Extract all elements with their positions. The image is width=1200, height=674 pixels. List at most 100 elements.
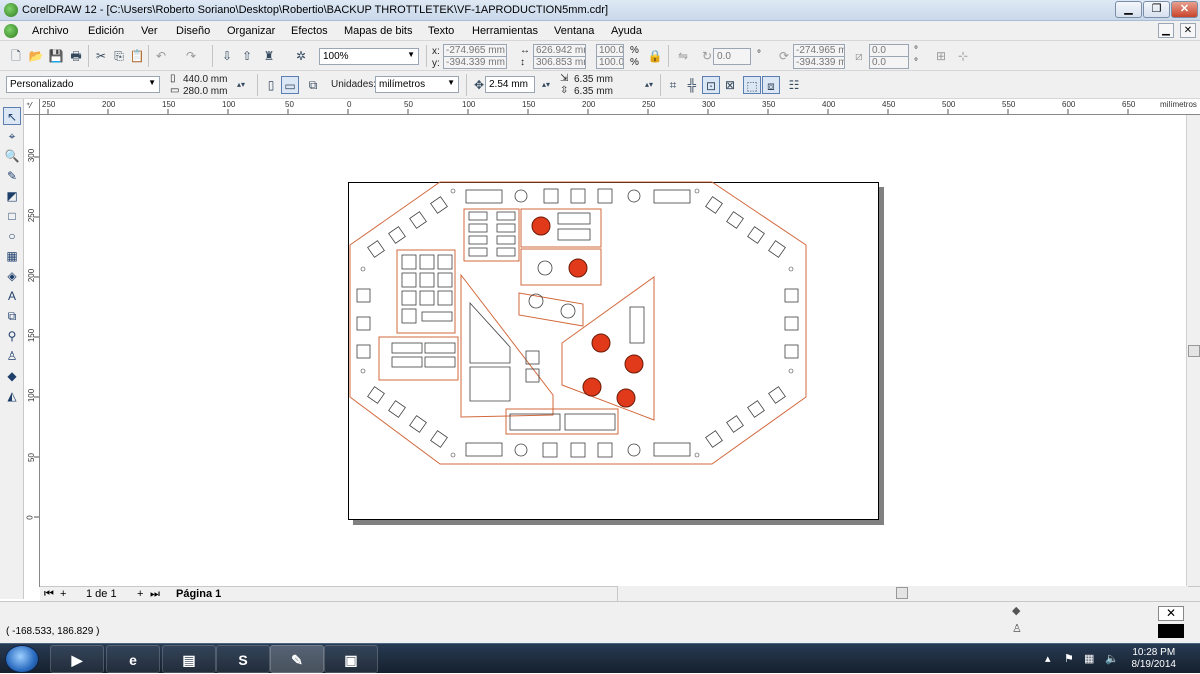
menu-ventana[interactable]: Ventana <box>554 25 594 37</box>
app-launcher-icon[interactable]: ♜ <box>260 47 278 65</box>
skew-y-field[interactable]: 0.0 <box>869 56 909 69</box>
outline-indicator-icon[interactable]: ♙ <box>1012 622 1022 635</box>
fill-indicator-icon[interactable]: ◆ <box>1012 604 1020 617</box>
volume-icon[interactable]: 🔈 <box>1105 652 1119 665</box>
size-spinner-icon[interactable]: ▴▾ <box>232 76 250 94</box>
action-center-icon[interactable]: ⚑ <box>1064 652 1074 665</box>
vertical-scroll-thumb[interactable] <box>1188 345 1200 357</box>
internet-explorer-taskbar-icon[interactable]: e <box>106 645 160 673</box>
close-button[interactable]: ✕ <box>1171 1 1198 18</box>
cut-icon[interactable]: ✂ <box>92 47 110 65</box>
add-page-after-icon[interactable]: + <box>137 588 143 600</box>
menu-mapas-de-bits[interactable]: Mapas de bits <box>344 25 412 37</box>
draw-behind-icon[interactable]: ⧈ <box>762 76 780 94</box>
paper-width-field[interactable]: 440.0 mm <box>183 74 227 85</box>
freehand-tool-icon[interactable]: ✎ <box>3 167 21 185</box>
undo-icon[interactable]: ↶ <box>152 47 170 65</box>
rotation-center-icon[interactable]: ⟳ <box>775 47 793 65</box>
landscape-icon[interactable]: ▭ <box>281 76 299 94</box>
rotation-center-y-field[interactable]: -394.339 m <box>793 56 845 69</box>
basic-shapes-tool-icon[interactable]: ◈ <box>3 267 21 285</box>
treat-as-filled-icon[interactable]: ⬚ <box>743 76 761 94</box>
menu-diseno[interactable]: Diseño <box>176 25 210 37</box>
no-fill-swatch[interactable]: ✕ <box>1158 606 1184 621</box>
doc-minimize-button[interactable]: ▁ <box>1158 23 1174 38</box>
menu-herramientas[interactable]: Herramientas <box>472 25 538 37</box>
menu-ver[interactable]: Ver <box>141 25 158 37</box>
dynamic-guides-icon[interactable]: ⊠ <box>721 76 739 94</box>
eyedropper-tool-icon[interactable]: ⚲ <box>3 327 21 345</box>
throttle-panel-drawing[interactable] <box>40 115 1186 586</box>
zoom-tool-icon[interactable]: 🔍 <box>3 147 21 165</box>
drawing-canvas[interactable] <box>40 115 1186 586</box>
shape-tool-icon[interactable]: ⌖ <box>3 127 21 145</box>
options-icon[interactable]: ☷ <box>785 76 803 94</box>
pick-tool-icon[interactable]: ↖ <box>3 107 21 125</box>
copy-icon[interactable]: ⎘ <box>110 47 128 65</box>
snap-grid-icon[interactable]: ⌗ <box>664 76 682 94</box>
start-button[interactable] <box>5 645 39 673</box>
nudge-distance-field[interactable]: 2.54 mm <box>485 76 535 93</box>
menu-organizar[interactable]: Organizar <box>227 25 275 37</box>
interactive-blend-tool-icon[interactable]: ⧉ <box>3 307 21 325</box>
scale-y-field[interactable]: 100.0 <box>596 56 624 69</box>
polygon-tool-icon[interactable]: ▦ <box>3 247 21 265</box>
duplicate-y-field[interactable]: 6.35 mm <box>574 86 613 97</box>
doc-close-button[interactable]: ✕ <box>1180 23 1196 38</box>
ruler-origin[interactable]: ⁺⁄ <box>24 99 40 115</box>
add-page-icon[interactable]: + <box>60 588 66 600</box>
rectangle-tool-icon[interactable]: □ <box>3 207 21 225</box>
vertical-scrollbar[interactable] <box>1186 115 1200 587</box>
minimize-button[interactable]: ▁ <box>1115 1 1142 18</box>
menu-texto[interactable]: Texto <box>428 25 454 37</box>
paper-height-field[interactable]: 280.0 mm <box>183 86 227 97</box>
horizontal-ruler[interactable]: 250 200 150 100 50 0 50 100 150 200 250 … <box>40 99 1200 115</box>
portrait-icon[interactable]: ▯ <box>262 76 280 94</box>
menu-efectos[interactable]: Efectos <box>291 25 328 37</box>
units-select[interactable]: milímetros ▼ <box>375 76 459 93</box>
tab-page-1[interactable]: Página 1 <box>176 588 221 600</box>
media-player-taskbar-icon[interactable]: ▶ <box>50 645 104 673</box>
snap-guidelines-icon[interactable]: ╬ <box>683 76 701 94</box>
last-page-icon[interactable]: ⏭ <box>150 588 160 601</box>
interactive-fill-tool-icon[interactable]: ◭ <box>3 387 21 405</box>
first-page-icon[interactable]: ⏮ <box>44 588 54 601</box>
horizontal-scrollbar[interactable] <box>617 586 1188 601</box>
nudge-spinner-icon[interactable]: ▴▾ <box>537 76 555 94</box>
document-icon[interactable] <box>4 24 18 38</box>
menu-edicion[interactable]: Edición <box>88 25 124 37</box>
height-field[interactable]: 306.853 mm <box>533 56 586 69</box>
open-icon[interactable]: 📂 <box>27 47 45 65</box>
image-viewer-taskbar-icon[interactable]: ▣ <box>324 645 378 673</box>
paste-icon[interactable]: 📋 <box>128 47 146 65</box>
lock-ratio-icon[interactable]: 🔒 <box>646 47 664 65</box>
mirror-icon[interactable]: ⇋ <box>674 47 692 65</box>
redo-icon[interactable]: ↷ <box>182 47 200 65</box>
paper-preset-select[interactable]: Personalizado ▼ <box>6 76 160 93</box>
outline-tool-icon[interactable]: ♙ <box>3 347 21 365</box>
rotation-field[interactable]: 0.0 <box>713 48 751 65</box>
corel-online-icon[interactable]: ✲ <box>292 47 310 65</box>
coreldraw-app-icon[interactable] <box>4 3 18 17</box>
page-layout-icon[interactable]: ⧉ <box>304 76 322 94</box>
horizontal-scroll-thumb[interactable] <box>896 587 908 599</box>
duplicate-spinner-icon[interactable]: ▴▾ <box>640 76 658 94</box>
snap-objects-icon[interactable]: ⊡ <box>702 76 720 94</box>
menu-ayuda[interactable]: Ayuda <box>611 25 642 37</box>
vertical-ruler[interactable]: 300 250 200 150 100 50 0 <box>24 115 40 587</box>
import-icon[interactable]: ⇩ <box>218 47 236 65</box>
apply-duplicate-icon[interactable]: ⊞ <box>932 47 950 65</box>
y-position-field[interactable]: -394.339 mm <box>443 56 507 69</box>
network-icon[interactable]: ▦ <box>1084 652 1094 665</box>
ellipse-tool-icon[interactable]: ○ <box>3 227 21 245</box>
relative-position-icon[interactable]: ⊹ <box>954 47 972 65</box>
menu-archivo[interactable]: Archivo <box>32 25 69 37</box>
file-explorer-taskbar-icon[interactable]: ▤ <box>162 645 216 673</box>
new-icon[interactable]: 🗋 <box>7 47 25 65</box>
restore-button[interactable]: ❐ <box>1143 1 1170 18</box>
outline-color-swatch[interactable] <box>1158 624 1184 638</box>
skew-icon[interactable]: ⧄ <box>850 47 868 65</box>
print-icon[interactable]: 🖶 <box>67 47 85 65</box>
show-hidden-icons-icon[interactable]: ▴ <box>1045 652 1051 665</box>
duplicate-x-field[interactable]: 6.35 mm <box>574 74 613 85</box>
